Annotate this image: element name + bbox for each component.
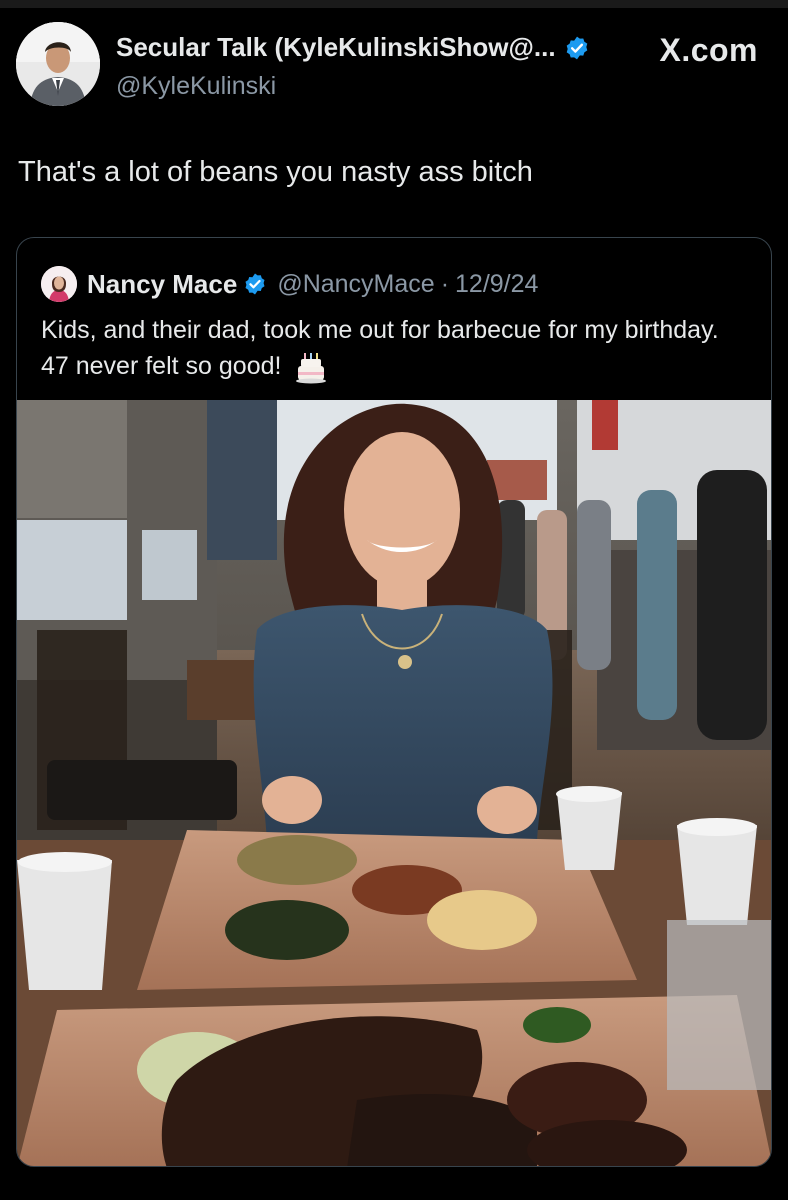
tweet-header: Secular Talk (KyleKulinskiShow@... @Kyle… (16, 22, 772, 108)
separator-dot: · (440, 269, 450, 298)
quoted-author-handle[interactable]: @NancyMace (277, 270, 434, 299)
tweet-text: That's a lot of beans you nasty ass bitc… (18, 156, 533, 188)
verified-badge-icon (245, 273, 265, 295)
quoted-tweet-date[interactable]: 12/9/24 (455, 270, 538, 299)
author-avatar[interactable] (16, 22, 100, 106)
quoted-author-avatar[interactable] (41, 266, 77, 302)
quoted-tweet-card[interactable]: Nancy Mace @NancyMace · 12/9/24 Kids, an… (16, 237, 772, 1167)
restaurant-photo-image (17, 400, 771, 1166)
quoted-tweet-text: Kids, and their dad, took me out for bar… (41, 316, 719, 380)
author-handle[interactable]: @KyleKulinski (116, 72, 276, 101)
author-display-name[interactable]: Secular Talk (KyleKulinskiShow@... (116, 32, 556, 63)
quoted-tweet-header: Nancy Mace @NancyMace · 12/9/24 (41, 266, 538, 302)
birthday-cake-icon (296, 353, 327, 384)
site-label: X.com (659, 32, 758, 68)
status-bar-edge (0, 0, 788, 8)
author-name-row: Secular Talk (KyleKulinskiShow@... (116, 32, 590, 63)
quoted-author-name[interactable]: Nancy Mace (87, 269, 237, 300)
quoted-tweet-text-block: Kids, and their dad, took me out for bar… (41, 312, 741, 384)
quoted-tweet-photo[interactable] (17, 400, 771, 1166)
verified-badge-icon (566, 36, 587, 59)
